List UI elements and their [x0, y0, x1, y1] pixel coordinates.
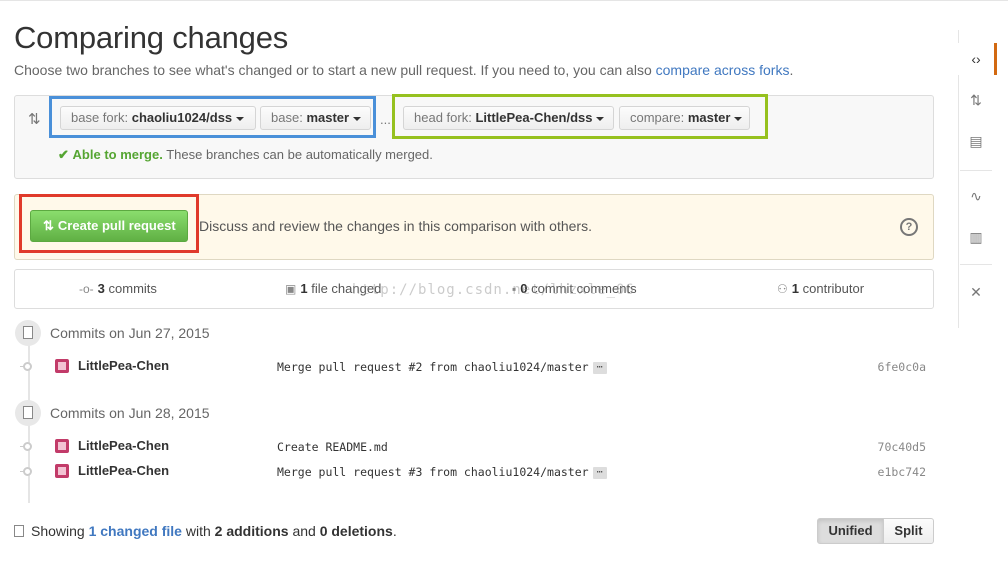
pull-request-icon[interactable]: ⇅ — [958, 84, 994, 116]
commit-message-link[interactable]: Merge pull request #2 from chaoliu1024/m… — [277, 360, 589, 374]
showing-text: Showing — [31, 523, 85, 539]
head-highlight-box — [392, 94, 768, 139]
code-icon[interactable]: ‹› — [958, 43, 997, 75]
sidebar-divider — [960, 264, 992, 265]
check-icon: ✔ — [58, 147, 69, 162]
pull-request-description: Discuss and review the changes in this c… — [199, 218, 592, 234]
commits-tab[interactable]: -o- 3 commits — [79, 281, 157, 296]
compare-across-forks-link[interactable]: compare across forks — [656, 62, 790, 78]
commit-group-date: Commits on Jun 28, 2015 — [50, 405, 210, 421]
commit-dot-icon — [20, 442, 32, 451]
commits-count: 3 — [97, 281, 105, 296]
with-text: with — [185, 523, 211, 539]
commit-author[interactable]: LittlePea-Chen — [78, 438, 169, 453]
commits-label: commits — [108, 281, 157, 296]
avatar[interactable] — [55, 359, 69, 373]
graphs-icon[interactable]: ▥ — [958, 221, 994, 253]
watermark: http://blog.csdn.net/lhzxle_06 — [352, 282, 635, 298]
commit-author[interactable]: LittlePea-Chen — [78, 358, 169, 373]
commit-author[interactable]: LittlePea-Chen — [78, 463, 169, 478]
commit-group-date: Commits on Jun 27, 2015 — [50, 325, 210, 341]
organization-icon: ⚇ — [777, 282, 788, 296]
expand-message-button[interactable]: ⋯ — [592, 361, 607, 374]
top-border — [0, 0, 1008, 1]
base-highlight-box — [49, 96, 376, 138]
help-icon[interactable]: ? — [900, 218, 918, 236]
subtitle-end: . — [789, 62, 794, 78]
avatar[interactable] — [55, 439, 69, 453]
commit-message: Merge pull request #3 from chaoliu1024/m… — [277, 465, 607, 479]
commit-dot-icon — [20, 467, 32, 476]
diff-summary: Showing 1 changed file with 2 additions … — [14, 523, 397, 539]
commit-message-link[interactable]: Create README.md — [277, 440, 388, 454]
expand-message-button[interactable]: ⋯ — [592, 466, 607, 479]
range-separator: ... — [380, 112, 391, 127]
changed-files-link[interactable]: 1 changed file — [89, 523, 182, 539]
commit-sha[interactable]: 6fe0c0a — [878, 360, 926, 374]
merge-status-detail: These branches can be automatically merg… — [166, 147, 433, 162]
file-diff-icon — [14, 525, 24, 537]
avatar[interactable] — [55, 464, 69, 478]
file-diff-icon: ▣ — [285, 282, 297, 296]
commit-sha[interactable]: 70c40d5 — [878, 440, 926, 454]
files-count: 1 — [300, 281, 308, 296]
deletions-count: 0 deletions — [319, 523, 393, 539]
commit-message: Create README.md — [277, 440, 388, 454]
contributors-label: contributor — [802, 281, 865, 296]
additions-count: 2 additions — [214, 523, 289, 539]
commit-icon: -o- — [79, 282, 94, 296]
pr-highlight-box — [19, 194, 199, 253]
settings-icon[interactable]: ✕ — [958, 276, 994, 308]
compare-icon: ⇅ — [28, 111, 41, 128]
repo-push-icon — [15, 400, 41, 426]
commit-dot-icon — [20, 362, 32, 371]
pulse-icon[interactable]: ∿ — [958, 180, 994, 212]
page-subtitle: Choose two branches to see what's change… — [14, 62, 793, 78]
contributors-tab[interactable]: ⚇ 1 contributor — [777, 281, 864, 296]
commit-message: Merge pull request #2 from chaoliu1024/m… — [277, 360, 607, 374]
repo-push-icon — [15, 320, 41, 346]
unified-view-button[interactable]: Unified — [817, 518, 884, 544]
and-text: and — [292, 523, 316, 539]
wiki-icon[interactable]: ▤ — [958, 125, 994, 157]
page-title: Comparing changes — [14, 20, 289, 55]
commit-sha[interactable]: e1bc742 — [878, 465, 926, 479]
contributors-count: 1 — [791, 281, 799, 296]
merge-status-label: Able to merge. — [72, 147, 163, 162]
split-view-button[interactable]: Split — [883, 518, 934, 544]
sidebar-divider — [960, 170, 992, 171]
subtitle-text: Choose two branches to see what's change… — [14, 62, 652, 78]
merge-status: ✔ Able to merge. These branches can be a… — [58, 147, 433, 163]
commit-message-link[interactable]: Merge pull request #3 from chaoliu1024/m… — [277, 465, 589, 479]
footer-end: . — [392, 523, 397, 539]
